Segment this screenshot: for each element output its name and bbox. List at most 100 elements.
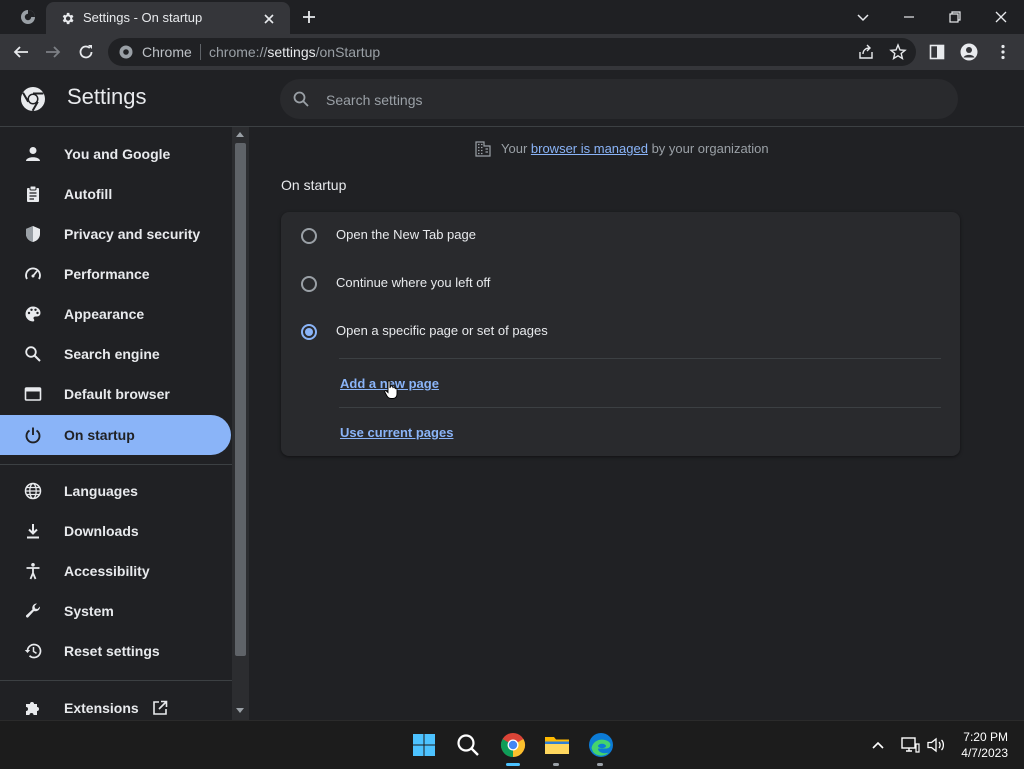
scrollbar-thumb[interactable]	[235, 143, 246, 656]
download-icon	[24, 522, 42, 540]
option-specific-pages[interactable]: Open a specific page or set of pages	[281, 308, 960, 356]
sidebar-item-languages[interactable]: Languages	[0, 471, 231, 511]
sidebar-item-system[interactable]: System	[0, 591, 231, 631]
tab-title: Settings - On startup	[83, 10, 203, 25]
sidebar-item-you-and-google[interactable]: You and Google	[0, 134, 231, 174]
clipboard-icon	[24, 185, 42, 203]
search-box[interactable]	[280, 79, 958, 119]
side-panel-icon[interactable]	[928, 43, 946, 61]
option-new-tab-page[interactable]: Open the New Tab page	[281, 212, 960, 260]
clock-date: 4/7/2023	[961, 746, 1008, 760]
search-icon	[24, 345, 42, 363]
browser-window-icon	[24, 385, 42, 403]
bookmark-star-icon[interactable]	[889, 43, 907, 61]
sidebar-item-label: You and Google	[64, 146, 171, 162]
tray-chevron-up-icon[interactable]	[868, 735, 888, 755]
toolbar: Chrome chrome://settings/onStartup	[0, 34, 1024, 70]
sidebar-item-label: Autofill	[64, 186, 113, 202]
taskbar-search-icon[interactable]	[454, 731, 482, 759]
radio-button-checked[interactable]	[301, 324, 317, 340]
new-tab-icon[interactable]	[301, 9, 317, 25]
address-separator	[200, 44, 201, 60]
sidebar-item-accessibility[interactable]: Accessibility	[0, 551, 231, 591]
browser-managed-link[interactable]: browser is managed	[531, 141, 648, 156]
gear-icon	[60, 11, 75, 26]
shield-icon	[24, 225, 42, 243]
sidebar-divider	[0, 464, 232, 465]
share-icon[interactable]	[857, 43, 875, 61]
sidebar-item-label: On startup	[64, 427, 135, 443]
chrome-taskbar-icon[interactable]	[499, 731, 527, 759]
reload-icon[interactable]	[77, 43, 95, 61]
radio-button[interactable]	[301, 228, 317, 244]
sidebar-item-label: Reset settings	[64, 643, 160, 659]
sidebar-item-label: Search engine	[64, 346, 160, 362]
sidebar-item-label: System	[64, 603, 114, 619]
explorer-running-indicator	[553, 763, 559, 766]
restore-icon[interactable]	[946, 8, 964, 26]
chrome-site-icon[interactable]	[118, 44, 134, 60]
use-current-pages-link[interactable]: Use current pages	[340, 425, 453, 440]
sidebar-item-on-startup[interactable]: On startup	[0, 415, 231, 455]
sidebar-item-label: Performance	[64, 266, 150, 282]
tab-settings[interactable]: Settings - On startup	[46, 2, 290, 34]
clock-time: 7:20 PM	[963, 730, 1008, 744]
sidebar-item-autofill[interactable]: Autofill	[0, 174, 231, 214]
search-input[interactable]	[324, 89, 928, 111]
more-menu-icon[interactable]	[994, 43, 1012, 61]
sidebar-item-label: Privacy and security	[64, 226, 201, 242]
edge-running-indicator	[597, 763, 603, 766]
wrench-icon	[24, 602, 42, 620]
edge-browser-icon[interactable]	[587, 731, 615, 759]
forward-arrow-icon[interactable]	[44, 43, 62, 61]
address-bar[interactable]: Chrome chrome://settings/onStartup	[108, 38, 916, 66]
power-icon	[24, 426, 42, 444]
building-icon	[475, 141, 491, 157]
close-window-icon[interactable]	[992, 8, 1010, 26]
site-label: Chrome	[142, 44, 192, 60]
sidebar-item-search-engine[interactable]: Search engine	[0, 334, 231, 374]
sidebar: You and Google Autofill Privacy and secu…	[0, 127, 232, 720]
close-tab-icon[interactable]	[261, 11, 277, 27]
option-continue-where-left-off[interactable]: Continue where you left off	[281, 260, 960, 308]
clock[interactable]: 7:20 PM 4/7/2023	[961, 729, 1008, 761]
minimize-icon[interactable]	[900, 8, 918, 26]
globe-icon	[24, 482, 42, 500]
speedometer-icon	[24, 265, 42, 283]
sidebar-scrollbar[interactable]	[232, 127, 249, 720]
sidebar-item-privacy-and-security[interactable]: Privacy and security	[0, 214, 231, 254]
network-icon[interactable]	[900, 735, 920, 755]
back-arrow-icon[interactable]	[12, 43, 30, 61]
history-icon	[24, 642, 42, 660]
settings-header: Settings	[0, 70, 1024, 127]
open-in-new-icon	[151, 699, 169, 717]
palette-icon	[24, 305, 42, 323]
scroll-up-arrow-icon[interactable]	[236, 132, 244, 137]
url-text[interactable]: chrome://settings/onStartup	[209, 44, 380, 60]
card-divider	[339, 358, 941, 359]
file-explorer-icon[interactable]	[543, 731, 571, 759]
windows-start-icon[interactable]	[410, 731, 438, 759]
chrome-active-indicator	[506, 763, 520, 766]
startup-options-card: Open the New Tab page Continue where you…	[281, 212, 960, 456]
sidebar-item-label: Default browser	[64, 386, 170, 402]
sidebar-item-label: Extensions	[64, 700, 139, 716]
profile-avatar-icon[interactable]	[960, 43, 978, 61]
sidebar-item-label: Downloads	[64, 523, 139, 539]
radio-button[interactable]	[301, 276, 317, 292]
sidebar-item-label: Languages	[64, 483, 138, 499]
tab-search-icon[interactable]	[20, 9, 36, 25]
card-divider	[339, 407, 941, 408]
volume-icon[interactable]	[926, 735, 946, 755]
tab-search-chevron-icon[interactable]	[854, 8, 872, 26]
section-title: On startup	[281, 177, 347, 193]
person-icon	[24, 145, 42, 163]
accessibility-icon	[24, 562, 42, 580]
puzzle-icon	[24, 699, 42, 717]
sidebar-item-reset-settings[interactable]: Reset settings	[0, 631, 231, 671]
sidebar-item-downloads[interactable]: Downloads	[0, 511, 231, 551]
sidebar-item-appearance[interactable]: Appearance	[0, 294, 231, 334]
sidebar-item-performance[interactable]: Performance	[0, 254, 231, 294]
sidebar-item-default-browser[interactable]: Default browser	[0, 374, 231, 414]
scroll-down-arrow-icon[interactable]	[236, 708, 244, 713]
